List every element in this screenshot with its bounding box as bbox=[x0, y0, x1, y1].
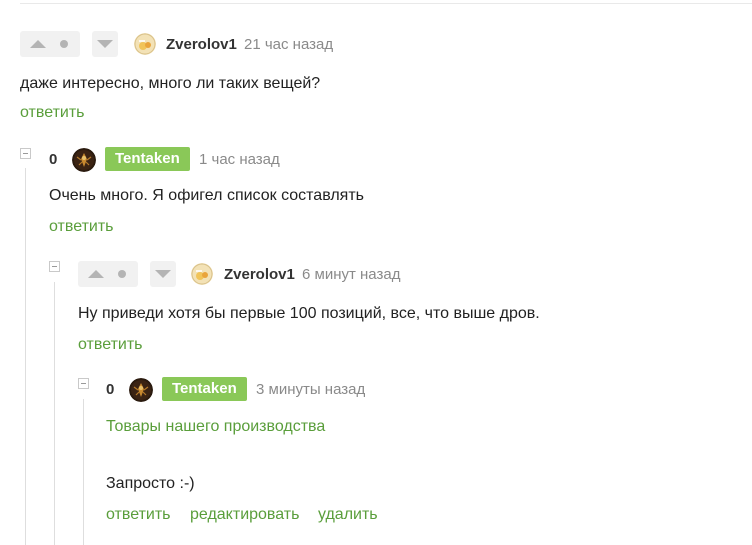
upvote-button[interactable] bbox=[20, 31, 80, 57]
arrow-down-icon bbox=[97, 40, 113, 48]
downvote-button[interactable] bbox=[150, 261, 176, 287]
comment-text: даже интересно, много ли таких вещей? bbox=[20, 75, 321, 92]
username[interactable]: Zverolov1 bbox=[224, 266, 295, 283]
collapse-toggle[interactable] bbox=[20, 148, 31, 159]
timestamp[interactable]: 3 минуты назад bbox=[256, 381, 365, 398]
collapse-toggle[interactable] bbox=[78, 378, 89, 389]
avatar-image-icon bbox=[129, 378, 153, 402]
avatar[interactable] bbox=[134, 33, 156, 55]
collapse-toggle[interactable] bbox=[49, 261, 60, 272]
reply-link[interactable]: ответить bbox=[78, 336, 143, 354]
arrow-up-icon bbox=[88, 270, 104, 278]
thread-line bbox=[83, 399, 84, 545]
avatar-image-icon bbox=[134, 33, 156, 55]
upvote-button[interactable] bbox=[78, 261, 138, 287]
timestamp[interactable]: 21 час назад bbox=[244, 36, 333, 53]
edit-link[interactable]: редактировать bbox=[190, 506, 299, 524]
rating-value: 0 bbox=[49, 151, 58, 168]
downvote-button[interactable] bbox=[92, 31, 118, 57]
reply-link[interactable]: ответить bbox=[20, 104, 85, 122]
reply-link[interactable]: ответить bbox=[49, 218, 114, 236]
reply-link[interactable]: ответить bbox=[106, 506, 171, 524]
timestamp[interactable]: 6 минут назад bbox=[302, 266, 400, 283]
rating-value: 0 bbox=[106, 381, 115, 398]
comment-text: Ну приведи хотя бы первые 100 позиций, в… bbox=[78, 305, 540, 322]
comment-text: Очень много. Я офигел список составлять bbox=[49, 187, 364, 204]
author-badge[interactable]: Tentaken bbox=[105, 147, 190, 171]
rating-hidden-dot-icon bbox=[118, 270, 126, 278]
delete-link[interactable]: удалить bbox=[318, 506, 378, 524]
avatar[interactable] bbox=[129, 378, 153, 402]
top-divider bbox=[20, 3, 752, 4]
avatar-image-icon bbox=[191, 263, 213, 285]
author-badge[interactable]: Tentaken bbox=[162, 377, 247, 401]
avatar[interactable] bbox=[72, 148, 96, 172]
comment-link[interactable]: Товары нашего производства bbox=[106, 418, 325, 436]
arrow-down-icon bbox=[155, 270, 171, 278]
avatar-image-icon bbox=[72, 148, 96, 172]
timestamp[interactable]: 1 час назад bbox=[199, 151, 280, 168]
thread-line bbox=[25, 168, 26, 545]
thread-line bbox=[54, 282, 55, 545]
rating-hidden-dot-icon bbox=[60, 40, 68, 48]
comment-text: Запросто :-) bbox=[106, 475, 195, 492]
arrow-up-icon bbox=[30, 40, 46, 48]
avatar[interactable] bbox=[191, 263, 213, 285]
username[interactable]: Zverolov1 bbox=[166, 36, 237, 53]
